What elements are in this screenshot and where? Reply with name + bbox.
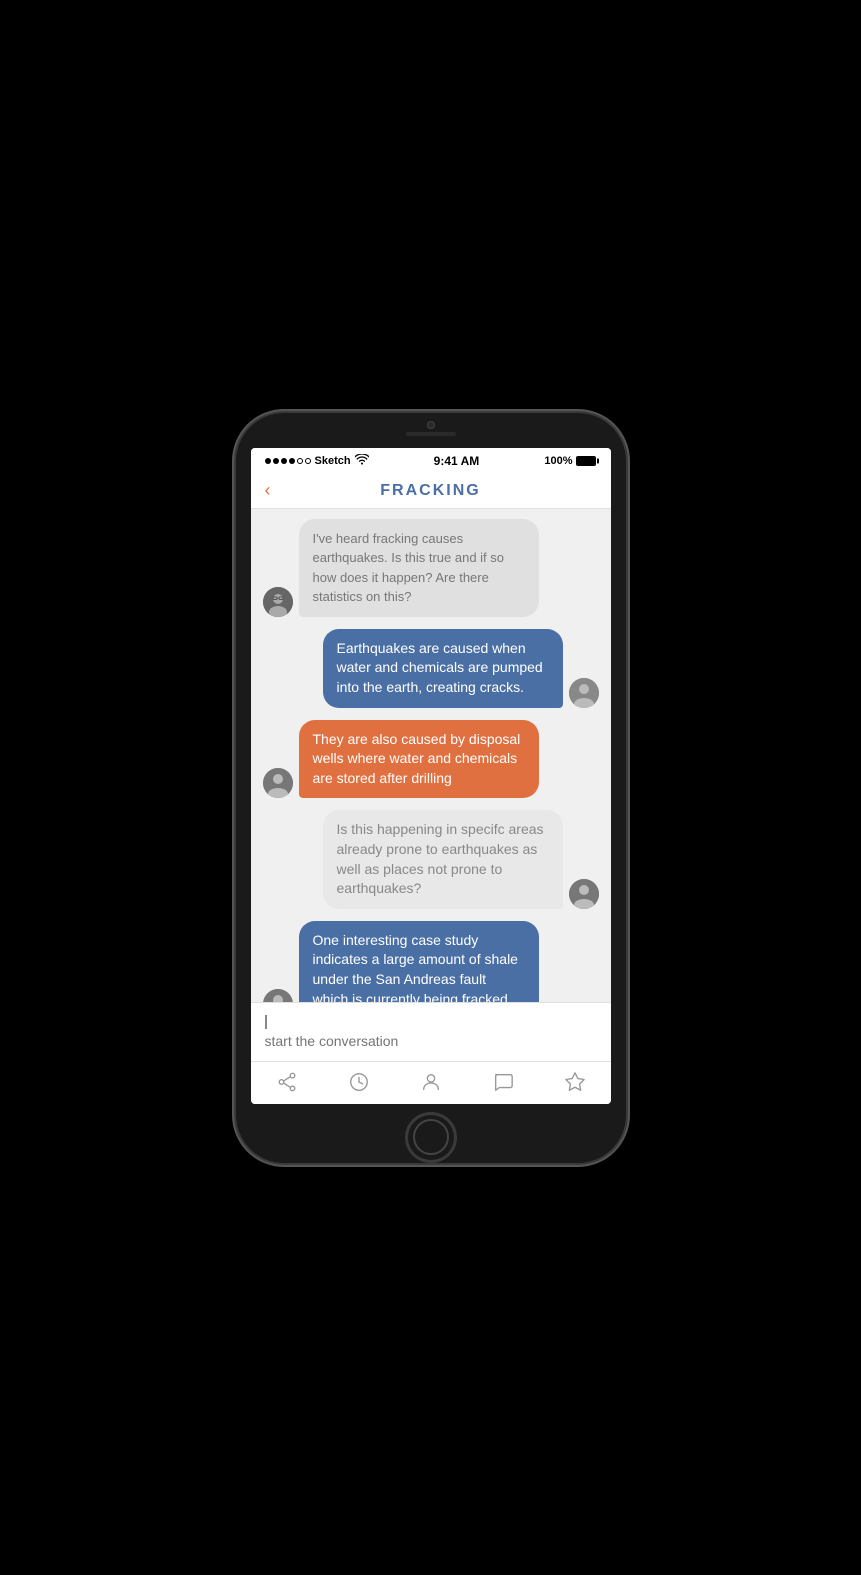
share-icon (275, 1070, 299, 1094)
message-text: Is this happening in specifc areas alrea… (337, 821, 544, 896)
dot-2 (273, 458, 279, 464)
message-text: Earthquakes are caused when water and ch… (337, 640, 543, 695)
phone-frame: Sketch 9:41 AM 100% (236, 413, 626, 1163)
nav-bar: ‹ FRACKING (251, 474, 611, 509)
home-button[interactable] (405, 1112, 457, 1162)
cursor (265, 1015, 267, 1029)
tab-profile[interactable] (419, 1070, 443, 1094)
chat-input[interactable] (265, 1031, 597, 1051)
tab-history[interactable] (347, 1070, 371, 1094)
carrier-label: Sketch (315, 455, 351, 467)
camera (427, 421, 435, 429)
dot-5 (297, 458, 303, 464)
wifi-icon (355, 454, 369, 468)
dot-3 (281, 458, 287, 464)
message-bubble: Is this happening in specifc areas alrea… (323, 810, 563, 908)
message-row: I've heard fracking causes earthquakes. … (263, 519, 599, 617)
status-time: 9:41 AM (434, 454, 480, 468)
clock-icon (347, 1070, 371, 1094)
status-right: 100% (544, 455, 596, 467)
back-button[interactable]: ‹ (265, 480, 271, 501)
signal-dots (265, 458, 311, 464)
message-row: One interesting case study indicates a l… (263, 921, 599, 1002)
battery-icon (576, 456, 596, 466)
avatar (263, 768, 293, 798)
input-area[interactable] (251, 1002, 611, 1061)
dot-6 (305, 458, 311, 464)
message-text: I've heard fracking causes earthquakes. … (313, 531, 505, 605)
battery-percent: 100% (544, 455, 572, 467)
notch (406, 413, 456, 436)
message-row: Is this happening in specifc areas alrea… (263, 810, 599, 908)
avatar (263, 989, 293, 1002)
tab-bar (251, 1061, 611, 1104)
avatar (569, 678, 599, 708)
message-text: They are also caused by disposal wells w… (313, 731, 521, 786)
phone-screen: Sketch 9:41 AM 100% (251, 448, 611, 1105)
message-row: They are also caused by disposal wells w… (263, 720, 599, 799)
speaker (406, 432, 456, 436)
status-left: Sketch (265, 454, 369, 468)
message-text: One interesting case study indicates a l… (313, 932, 518, 1002)
page-title: FRACKING (380, 482, 480, 500)
message-bubble: Earthquakes are caused when water and ch… (323, 629, 563, 708)
message-bubble: I've heard fracking causes earthquakes. … (299, 519, 539, 617)
avatar (569, 879, 599, 909)
home-button-ring (413, 1119, 449, 1155)
tab-favorites[interactable] (563, 1070, 587, 1094)
message-row: Earthquakes are caused when water and ch… (263, 629, 599, 708)
tab-chat[interactable] (491, 1070, 515, 1094)
tab-share[interactable] (275, 1070, 299, 1094)
chat-area[interactable]: I've heard fracking causes earthquakes. … (251, 509, 611, 1003)
dot-1 (265, 458, 271, 464)
status-bar: Sketch 9:41 AM 100% (251, 448, 611, 474)
star-icon (563, 1070, 587, 1094)
person-icon (419, 1070, 443, 1094)
message-bubble: One interesting case study indicates a l… (299, 921, 539, 1002)
dot-4 (289, 458, 295, 464)
message-bubble: They are also caused by disposal wells w… (299, 720, 539, 799)
chat-icon (491, 1070, 515, 1094)
avatar (263, 587, 293, 617)
